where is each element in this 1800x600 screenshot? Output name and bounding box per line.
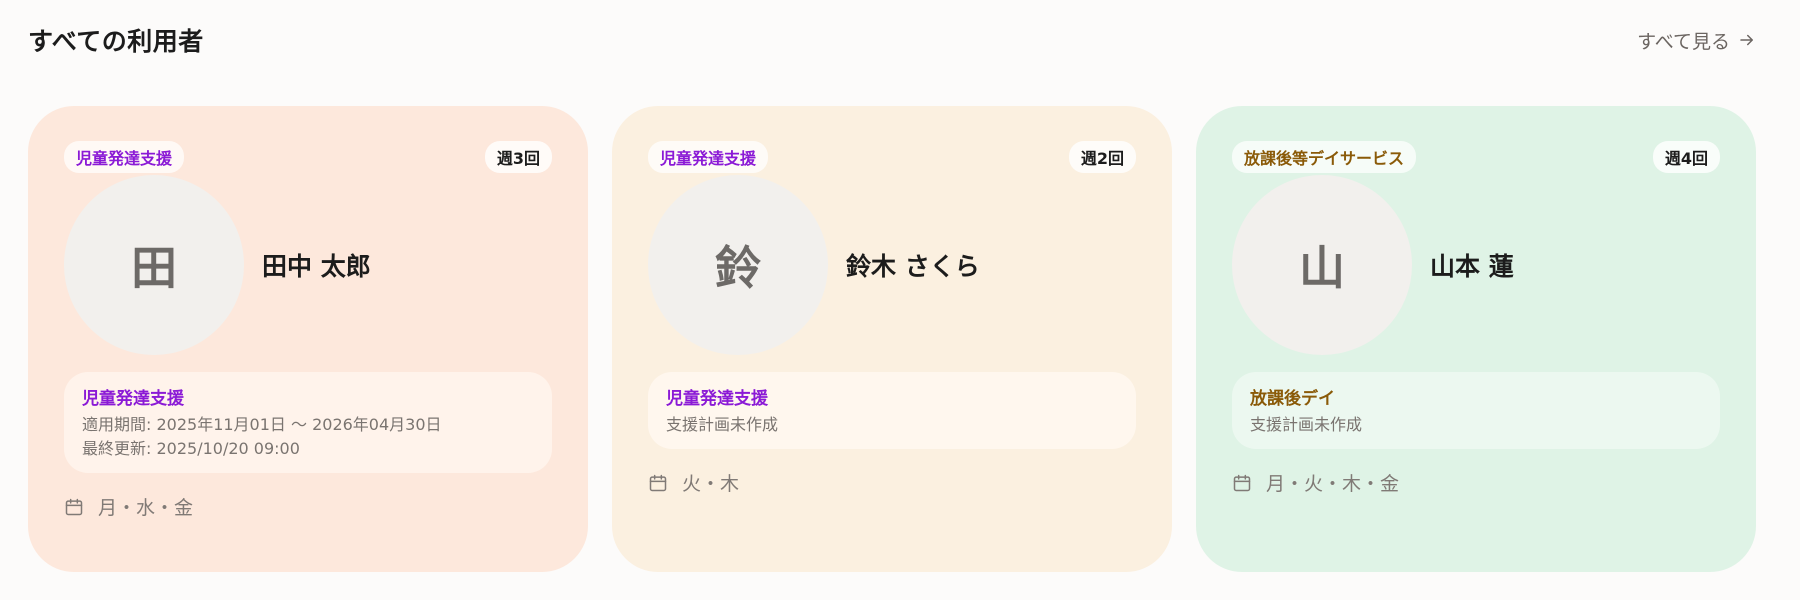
- plan-title: 児童発達支援: [666, 389, 768, 409]
- user-card[interactable]: 放課後等デイサービス 週4回 山 山本 蓮 放課後デイ 支援計画未作成 月・火・…: [1196, 106, 1756, 572]
- avatar: 鈴: [648, 175, 828, 355]
- support-plan-box: 放課後デイ 支援計画未作成: [1232, 372, 1720, 449]
- see-all-label: すべて見る: [1637, 30, 1730, 53]
- user-card-list: 児童発達支援 週3回 田 田中 太郎 児童発達支援 適用期間: 2025年11月…: [28, 106, 1756, 572]
- service-badge: 児童発達支援: [64, 141, 185, 173]
- avatar: 山: [1232, 175, 1412, 355]
- support-plan-box: 児童発達支援 支援計画未作成: [648, 372, 1136, 449]
- service-badge: 放課後等デイサービス: [1232, 141, 1417, 173]
- plan-title: 放課後デイ: [1250, 389, 1335, 409]
- frequency-badge: 週2回: [1068, 141, 1136, 173]
- card-top: 放課後等デイサービス 週4回: [1232, 141, 1720, 173]
- service-badge: 児童発達支援: [648, 141, 769, 173]
- card-top: 児童発達支援 週2回: [648, 141, 1136, 173]
- see-all-link[interactable]: すべて見る: [1637, 27, 1760, 54]
- plan-period: 適用期間: 2025年11月01日 〜 2026年04月30日: [82, 415, 442, 434]
- calendar-icon: [65, 498, 83, 515]
- plan-title: 児童発達支援: [82, 389, 184, 409]
- profile: 鈴 鈴木 さくら: [648, 174, 1136, 356]
- schedule-days: 月・火・木・金: [1232, 469, 1720, 496]
- calendar-icon: [1233, 474, 1251, 491]
- frequency-badge: 週3回: [484, 141, 552, 173]
- plan-status: 支援計画未作成: [666, 415, 779, 434]
- days-label: 月・火・木・金: [1266, 473, 1400, 495]
- plan-updated: 最終更新: 2025/10/20 09:00: [82, 439, 300, 458]
- plan-status: 支援計画未作成: [1250, 415, 1363, 434]
- user-name: 山本 蓮: [1430, 252, 1514, 281]
- days-label: 月・水・金: [98, 497, 194, 519]
- page-title: すべての利用者: [28, 27, 204, 56]
- calendar-icon: [649, 474, 667, 491]
- schedule-days: 月・水・金: [64, 493, 552, 520]
- support-plan-box: 児童発達支援 適用期間: 2025年11月01日 〜 2026年04月30日 最…: [64, 372, 552, 473]
- card-top: 児童発達支援 週3回: [64, 141, 552, 173]
- avatar: 田: [64, 175, 244, 355]
- profile: 田 田中 太郎: [64, 174, 552, 356]
- user-card[interactable]: 児童発達支援 週2回 鈴 鈴木 さくら 児童発達支援 支援計画未作成 火・木: [612, 106, 1172, 572]
- frequency-badge: 週4回: [1652, 141, 1720, 173]
- header: すべての利用者 すべて見る: [28, 18, 1760, 62]
- profile: 山 山本 蓮: [1232, 174, 1720, 356]
- user-name: 鈴木 さくら: [846, 252, 980, 281]
- user-name: 田中 太郎: [262, 252, 371, 281]
- user-card[interactable]: 児童発達支援 週3回 田 田中 太郎 児童発達支援 適用期間: 2025年11月…: [28, 106, 588, 572]
- schedule-days: 火・木: [648, 469, 1136, 496]
- arrow-right-icon: [1740, 34, 1753, 46]
- days-label: 火・木: [682, 473, 740, 495]
